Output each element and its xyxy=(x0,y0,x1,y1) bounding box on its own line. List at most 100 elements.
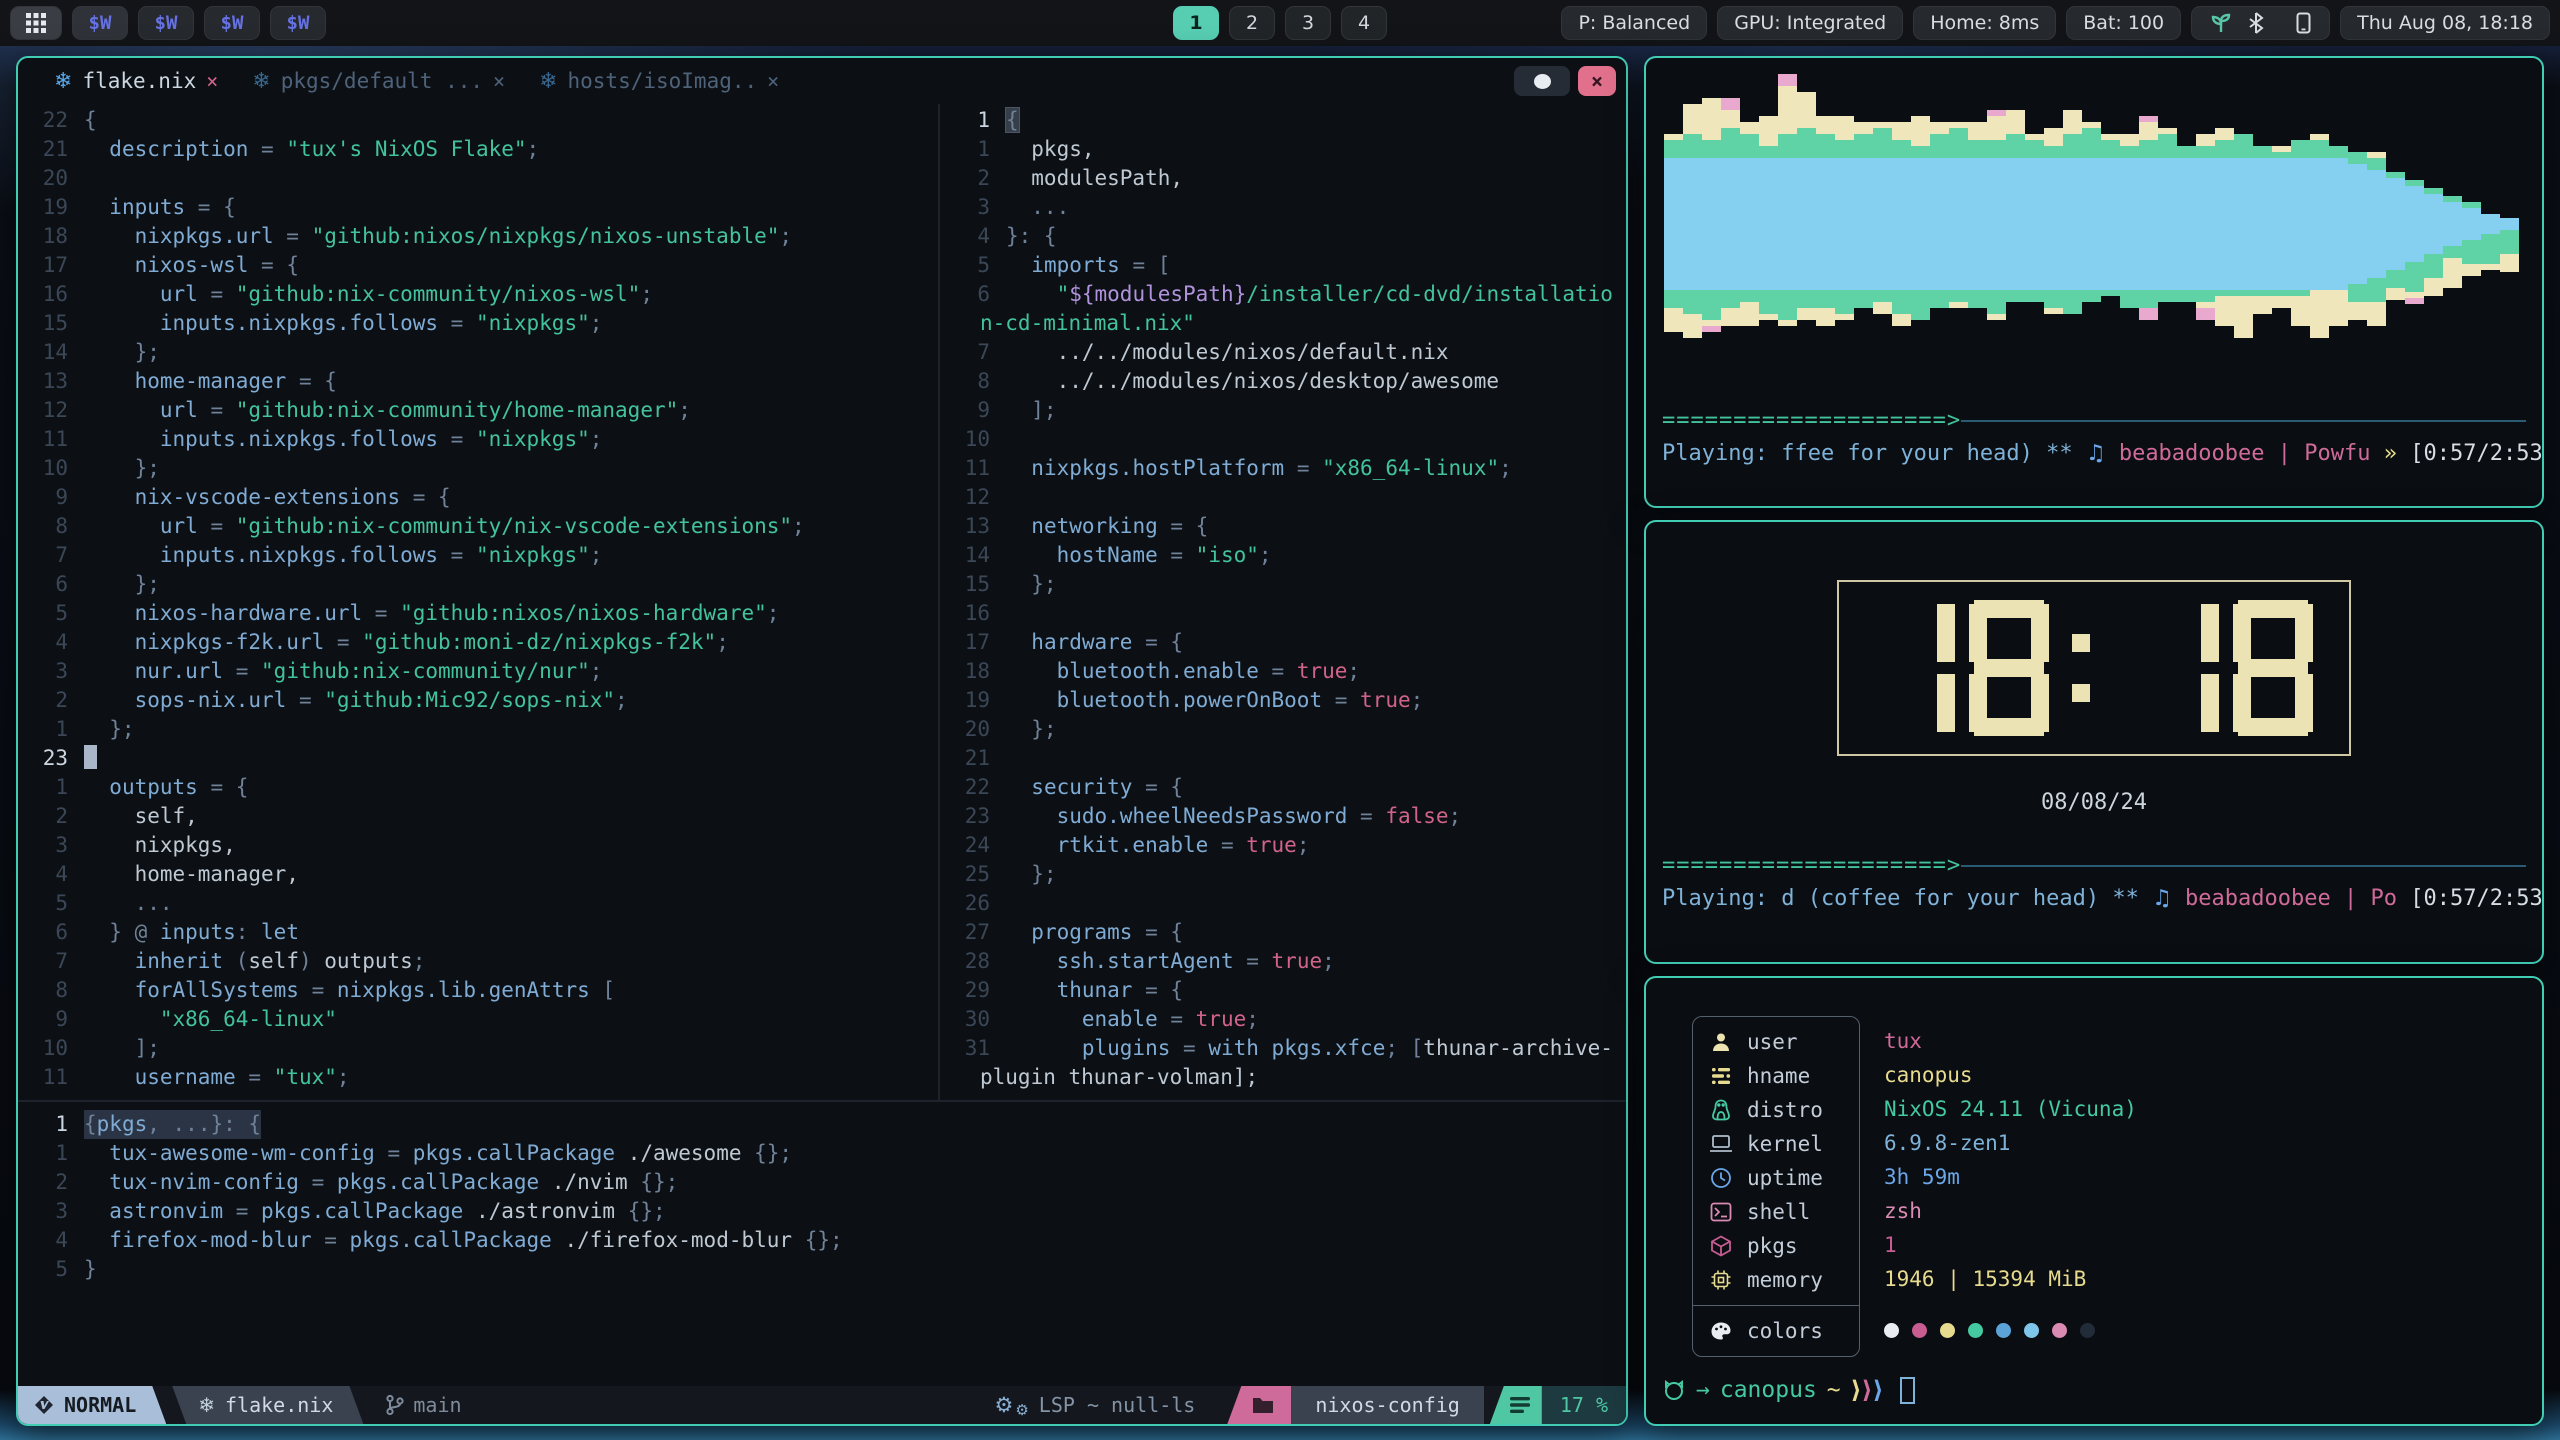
viz-bar xyxy=(1949,158,1968,290)
code-token: = xyxy=(312,1228,350,1252)
user-icon xyxy=(1709,1031,1733,1053)
viz-bar xyxy=(2310,140,2329,158)
code-token xyxy=(1006,688,1057,712)
line-number: 5 xyxy=(18,1255,84,1284)
code-token: = xyxy=(1158,543,1196,567)
pane-flake-nix[interactable]: 22{21 description = "tux's NixOS Flake";… xyxy=(18,104,938,1100)
code-token xyxy=(84,485,135,509)
window-toggle-button[interactable] xyxy=(1514,66,1570,96)
tab-label: flake.nix xyxy=(82,69,196,93)
viz-bar xyxy=(2367,170,2386,278)
fetch-value: canopus xyxy=(1884,1058,2137,1092)
tab-pkgs-default-[interactable]: ❄pkgs/default ...× xyxy=(252,69,505,94)
viz-bar xyxy=(2348,302,2367,320)
line-number: 15 xyxy=(18,309,84,338)
code-token: = xyxy=(299,978,337,1002)
rule-line xyxy=(1961,420,2526,422)
pkgs-icon xyxy=(1709,1235,1733,1257)
viz-bar xyxy=(2500,218,2519,230)
workspace-tag-2[interactable]: 2 xyxy=(1229,6,1275,40)
code-token: }; xyxy=(1006,572,1057,596)
statusline-spacer xyxy=(462,1386,995,1424)
fetch-value: 6.9.8-zen1 xyxy=(1884,1126,2137,1160)
fetch-labels-box: userhnamedistrokerneluptimeshellpkgsmemo… xyxy=(1692,1016,1860,1357)
code-line: thunar = { xyxy=(1006,976,1183,1005)
bluetooth-icon[interactable] xyxy=(2248,12,2264,34)
code-line: }; xyxy=(84,570,160,599)
code-token: ; xyxy=(779,224,792,248)
viz-bar xyxy=(2025,158,2044,290)
viz-bar xyxy=(1778,290,1797,320)
viz-bar xyxy=(1778,158,1797,290)
taskbar-app-wezterm[interactable]: $W xyxy=(270,6,326,40)
line-number: 12 xyxy=(940,483,1006,512)
line-number: 19 xyxy=(18,193,84,222)
window-close-button[interactable]: × xyxy=(1578,66,1616,96)
app-launcher-button[interactable] xyxy=(10,6,62,40)
gear-small-icon: ⚙ xyxy=(1015,1401,1028,1419)
viz-bar xyxy=(1759,290,1778,314)
viz-bar xyxy=(1778,134,1797,158)
line-number: 22 xyxy=(18,106,84,135)
code-row: 9 ]; xyxy=(940,396,1626,425)
taskbar-app-wezterm[interactable]: $W xyxy=(72,6,128,40)
workspace-tag-1[interactable]: 1 xyxy=(1173,6,1219,40)
code-token: self, xyxy=(84,804,198,828)
clock-box xyxy=(1837,580,2351,756)
code-token xyxy=(1006,949,1057,973)
pane-pkgs-default[interactable]: 1{pkgs, ...}: {1 tux-awesome-wm-config =… xyxy=(18,1102,1626,1386)
fetch-label-row: hname xyxy=(1709,1059,1843,1093)
code-token: = xyxy=(223,659,261,683)
code-row: 31 plugins = with pkgs.xfce; [thunar-arc… xyxy=(940,1034,1626,1063)
code-token: plugin thunar-volman]; xyxy=(980,1065,1258,1089)
code-token: ; xyxy=(1259,543,1272,567)
project-name-segment: nixos-config xyxy=(1291,1386,1484,1424)
lsp-label: LSP ~ null-ls xyxy=(1039,1393,1196,1417)
viz-bar xyxy=(1683,290,1702,314)
tab-flake-nix[interactable]: ❄flake.nix× xyxy=(54,69,218,94)
code-line: nixpkgs.hostPlatform = "x86_64-linux"; xyxy=(1006,454,1512,483)
code-token: "github:nix-community/nix-vscode-extensi… xyxy=(236,514,792,538)
rule-equals: ====================> xyxy=(1662,853,1961,878)
tab-close-icon[interactable]: × xyxy=(767,69,779,93)
code-token: { xyxy=(223,195,236,219)
code-token xyxy=(84,1228,109,1252)
code-token xyxy=(84,282,160,306)
tab-close-icon[interactable]: × xyxy=(206,69,218,93)
viz-bar xyxy=(1664,158,1683,290)
code-row: 1{pkgs, ...}: { xyxy=(18,1110,1626,1139)
color-dot xyxy=(1884,1323,1899,1338)
code-token: = xyxy=(198,514,236,538)
code-row: 14 }; xyxy=(18,338,938,367)
line-number: 19 xyxy=(940,686,1006,715)
window-controls: × xyxy=(1514,66,1616,96)
pane-iso-image[interactable]: 1{1 pkgs,2 modulesPath,3 ...4}: {5 impor… xyxy=(940,104,1626,1100)
code-line: {pkgs, ...}: { xyxy=(84,1110,261,1139)
viz-bar xyxy=(1702,158,1721,290)
viz-bar xyxy=(2082,290,2101,302)
code-line: } @ inputs: let xyxy=(84,918,299,947)
viz-bar xyxy=(1987,290,2006,314)
phone-icon[interactable] xyxy=(2296,12,2311,34)
tab-close-icon[interactable]: × xyxy=(493,69,505,93)
viz-bar xyxy=(2253,290,2272,296)
taskbar-app-wezterm[interactable]: $W xyxy=(138,6,194,40)
color-dot xyxy=(2052,1323,2067,1338)
viz-bar xyxy=(2234,158,2253,290)
code-token: = xyxy=(1158,514,1196,538)
tab-hosts-isoimag-[interactable]: ❄hosts/isoImag..× xyxy=(539,69,779,94)
taskbar-app-wezterm[interactable]: $W xyxy=(204,6,260,40)
shell-prompt[interactable]: → canopus ~ ⟩⟩⟩ xyxy=(1662,1376,2526,1410)
line-number: 7 xyxy=(18,541,84,570)
plant-icon[interactable] xyxy=(2210,12,2232,34)
viz-bar xyxy=(1797,128,1816,158)
lsp-status: ⚙⚙ LSP ~ null-ls xyxy=(995,1386,1222,1424)
workspace-tag-4[interactable]: 4 xyxy=(1341,6,1387,40)
viz-bar xyxy=(2196,308,2215,320)
code-token: "nixpkgs" xyxy=(476,311,590,335)
code-line: astronvim = pkgs.callPackage ./astronvim… xyxy=(84,1197,666,1226)
viz-bar xyxy=(1702,326,1721,332)
workspace-tag-3[interactable]: 3 xyxy=(1285,6,1331,40)
playing-time: [0:57/2:53] xyxy=(2410,886,2544,911)
code-token: }; xyxy=(1006,717,1057,741)
